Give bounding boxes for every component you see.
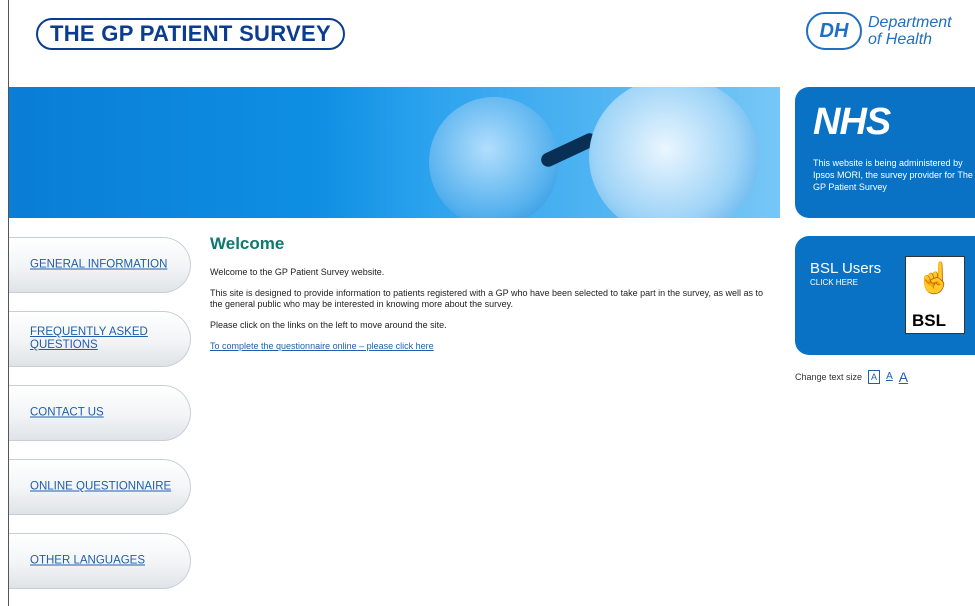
nav-item-other-languages[interactable]: OTHER LANGUAGES [9, 533, 191, 589]
text-size-large-button[interactable]: A [899, 370, 908, 384]
nav-link-other-languages[interactable]: OTHER LANGUAGES [30, 555, 180, 568]
gp-patient-survey-logo[interactable]: THE GP PATIENT SURVEY [36, 18, 345, 50]
bsl-users-panel[interactable]: BSL Users CLICK HERE ☝ BSL [795, 236, 975, 355]
description-paragraph: This site is designed to provide informa… [210, 288, 763, 309]
bsl-click-here[interactable]: CLICK HERE [810, 278, 858, 287]
doctor-figure [429, 97, 559, 218]
sign-language-hand-icon: ☝ [916, 262, 954, 295]
bsl-card-label: BSL [912, 311, 946, 330]
nav-link-faq[interactable]: FREQUENTLY ASKED QUESTIONS [30, 326, 180, 352]
dh-badge: DH [806, 12, 862, 50]
main-content: Welcome Welcome to the GP Patient Survey… [210, 234, 775, 362]
text-size-controls: Change text size A A A [795, 370, 908, 384]
nav-link-contact-us[interactable]: CONTACT US [30, 407, 180, 420]
text-size-small-button[interactable]: A [868, 370, 881, 384]
nhs-panel: NHS This website is being administered b… [795, 87, 975, 218]
nav-item-faq[interactable]: FREQUENTLY ASKED QUESTIONS [9, 311, 191, 367]
nav-item-general-information[interactable]: GENERAL INFORMATION [9, 237, 191, 293]
department-of-health-logo[interactable]: DH Department of Health [806, 12, 952, 50]
dh-text: Department of Health [868, 14, 952, 48]
instructions-paragraph: Please click on the links on the left to… [210, 320, 447, 330]
bsl-card[interactable]: ☝ BSL [905, 256, 965, 334]
welcome-paragraph: Welcome to the GP Patient Survey website… [210, 267, 385, 277]
complete-questionnaire-link[interactable]: To complete the questionnaire online – p… [210, 341, 434, 351]
nav-link-general-information[interactable]: GENERAL INFORMATION [30, 259, 180, 272]
bsl-title: BSL Users [810, 260, 882, 277]
text-size-label: Change text size [795, 372, 863, 382]
dh-line1: Department [868, 14, 952, 31]
nhs-admin-text: This website is being administered by Ip… [813, 158, 973, 192]
nav-item-online-questionnaire[interactable]: ONLINE QUESTIONNAIRE [9, 459, 191, 515]
nav-item-contact-us[interactable]: CONTACT US [9, 385, 191, 441]
page-title: Welcome [210, 234, 285, 253]
patient-figure [589, 87, 759, 218]
nav-link-online-questionnaire[interactable]: ONLINE QUESTIONNAIRE [30, 481, 180, 494]
hero-banner-image [9, 87, 780, 218]
dh-line2: of Health [868, 31, 933, 48]
text-size-medium-button[interactable]: A [886, 371, 893, 383]
nhs-logo: NHS [813, 101, 891, 143]
